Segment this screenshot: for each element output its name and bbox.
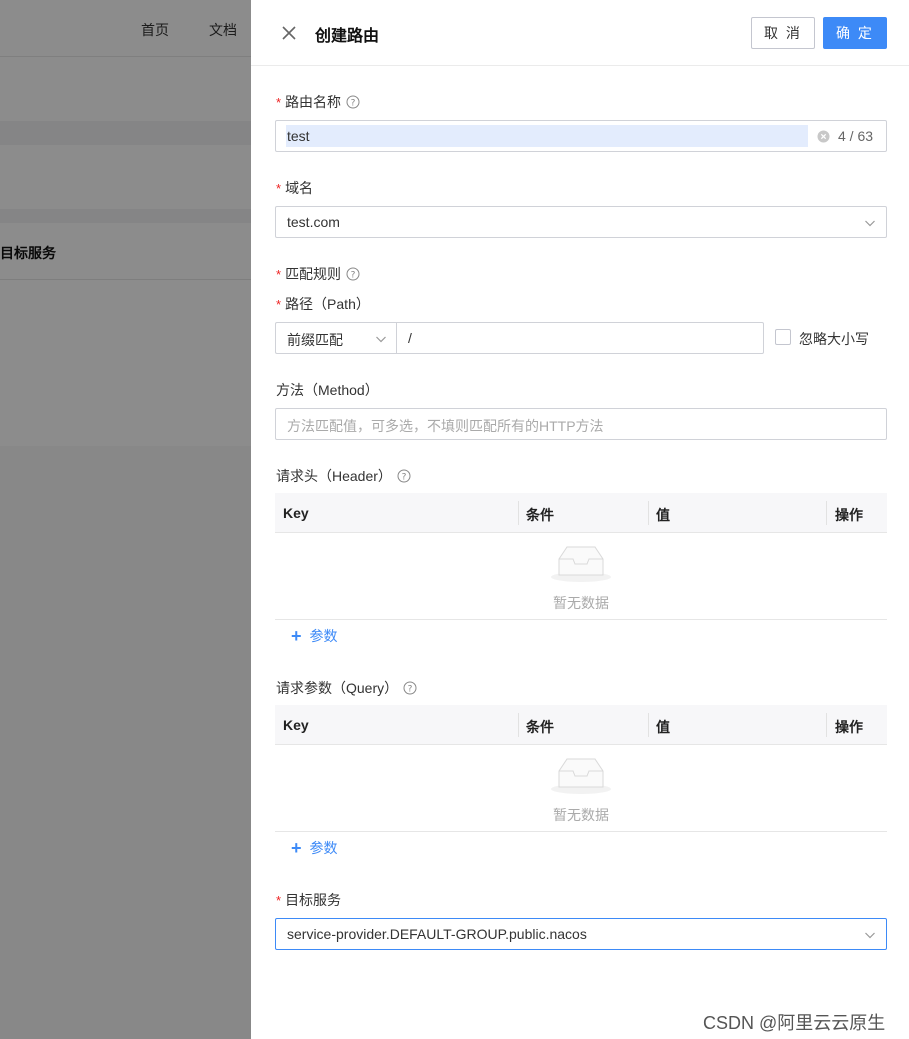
path-label: * 路径（Path） [276,294,370,314]
column-divider [648,501,649,525]
required-mark: * [276,180,282,196]
char-counter: 4 / 63 [838,128,874,144]
query-label: 请求参数（Query） ? [276,678,417,698]
match-rules-label: * 匹配规则 ? [276,264,360,284]
empty-inbox-icon [551,546,611,582]
required-mark: * [276,266,282,282]
help-icon[interactable]: ? [397,469,411,483]
plus-icon: + [291,626,302,646]
column-actions: 操作 [835,719,863,735]
chevron-down-icon [865,932,875,939]
empty-text: 暂无数据 [553,807,609,823]
match-rules-label-text: 匹配规则 [285,266,342,282]
add-param-label: 参数 [309,840,338,856]
clear-icon[interactable] [817,130,830,143]
add-param-label: 参数 [309,628,338,644]
text-selection [286,125,808,147]
column-divider [518,501,519,525]
route-name-input[interactable]: test 4 / 63 [275,120,887,152]
required-mark: * [276,892,282,908]
target-service-label: * 目标服务 [276,890,341,910]
plus-icon: + [291,838,302,858]
confirm-button[interactable]: 确 定 [823,17,887,49]
column-divider [826,713,827,737]
domain-label: * 域名 [276,178,313,198]
column-condition: 条件 [526,507,554,523]
column-key: Key [283,717,309,733]
route-name-value: test [287,128,310,144]
query-label-text: 请求参数（Query） [276,680,399,696]
method-label: 方法（Method） [276,380,379,400]
svg-text:?: ? [402,472,407,482]
path-input[interactable]: / [396,322,764,354]
domain-label-text: 域名 [285,180,314,196]
header-label-text: 请求头（Header） [276,468,392,484]
table-header: Key 条件 值 操作 [275,705,887,745]
path-match-type-value: 前缀匹配 [287,332,343,348]
empty-text: 暂无数据 [553,595,609,611]
chevron-down-icon [376,336,386,343]
add-header-param-button[interactable]: + 参数 [291,626,338,646]
drawer-title: 创建路由 [315,28,380,45]
svg-text:?: ? [408,684,413,694]
table-header: Key 条件 值 操作 [275,493,887,533]
path-value: / [408,330,412,346]
close-icon[interactable] [279,23,299,43]
svg-text:?: ? [351,98,356,108]
column-actions: 操作 [835,507,863,523]
column-value: 值 [656,719,670,735]
column-divider [826,501,827,525]
help-icon[interactable]: ? [346,95,360,109]
empty-inbox-icon [551,758,611,794]
target-service-label-text: 目标服务 [285,892,342,908]
watermark: CSDN @阿里云云原生 [703,1013,886,1033]
column-divider [648,713,649,737]
cancel-button[interactable]: 取 消 [751,17,815,49]
table-body: 暂无数据 [275,533,887,620]
required-mark: * [276,296,282,312]
column-key: Key [283,505,309,521]
svg-text:?: ? [351,270,356,280]
create-route-drawer: 创建路由 取 消 确 定 * 路由名称 ? test 4 / 63 * 域名 t… [251,0,909,1039]
table-body: 暂无数据 [275,745,887,832]
method-placeholder: 方法匹配值，可多选，不填则匹配所有的HTTP方法 [287,418,604,434]
method-select[interactable]: 方法匹配值，可多选，不填则匹配所有的HTTP方法 [275,408,887,440]
query-table: Key 条件 值 操作 暂无数据 [275,705,887,832]
drawer-header: 创建路由 取 消 确 定 [251,0,909,66]
domain-value: test.com [287,214,340,230]
domain-select[interactable]: test.com [275,206,887,238]
add-query-param-button[interactable]: + 参数 [291,838,338,858]
help-icon[interactable]: ? [403,681,417,695]
required-mark: * [276,94,282,110]
header-table: Key 条件 值 操作 暂无数据 [275,493,887,620]
chevron-down-icon [865,220,875,227]
column-condition: 条件 [526,719,554,735]
column-divider [518,713,519,737]
route-name-label: * 路由名称 ? [276,92,360,112]
help-icon[interactable]: ? [346,267,360,281]
header-label: 请求头（Header） ? [276,466,411,486]
method-label-text: 方法（Method） [276,382,379,398]
path-label-text: 路径（Path） [285,296,370,312]
drawer-mask[interactable] [0,0,251,1039]
ignore-case-checkbox[interactable] [775,329,791,345]
route-name-label-text: 路由名称 [285,94,342,110]
target-service-select[interactable]: service-provider.DEFAULT-GROUP.public.na… [275,918,887,950]
ignore-case-label[interactable]: 忽略大小写 [799,329,869,349]
column-value: 值 [656,507,670,523]
path-match-type-select[interactable]: 前缀匹配 [275,322,397,354]
target-service-value: service-provider.DEFAULT-GROUP.public.na… [287,926,587,942]
